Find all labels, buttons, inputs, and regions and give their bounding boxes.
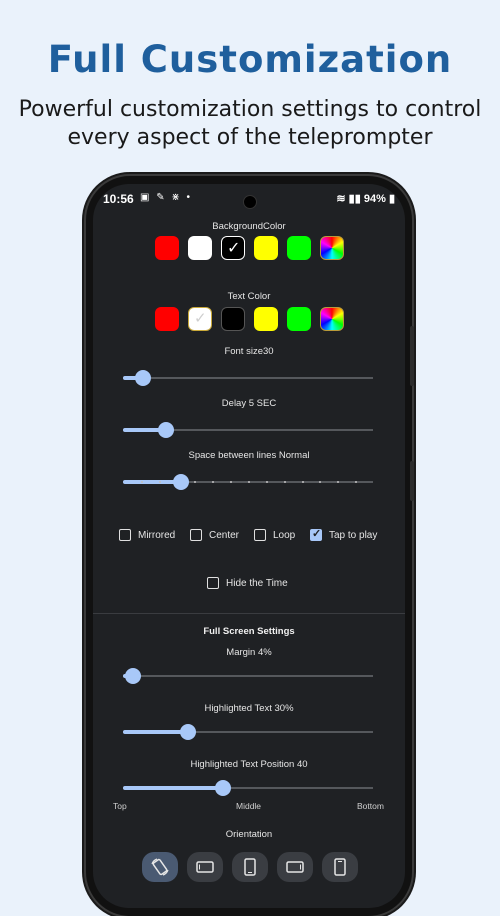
text-swatch-black[interactable] [221, 307, 245, 331]
highlighted-text-label: Highlighted Text 30% [204, 703, 294, 714]
bg-swatch-green[interactable] [287, 236, 311, 260]
text-swatch-white[interactable]: ✓ [188, 307, 212, 331]
background-color-label: BackgroundColor [212, 221, 286, 232]
bg-swatch-red[interactable] [155, 236, 179, 260]
loop-label: Loop [273, 529, 296, 541]
slider-tick [319, 481, 321, 483]
slider-thumb[interactable] [125, 668, 141, 684]
status-bar: 10:56 ▣ ✎ ⋇ • ≋ ▮▮ 94% ▮ [93, 184, 405, 214]
tap-to-play-label: Tap to play [329, 529, 378, 541]
status-right: ≋ ▮▮ 94% ▮ [336, 192, 395, 205]
mirrored-label: Mirrored [138, 529, 176, 541]
position-middle-label: Middle [236, 801, 262, 811]
center-label: Center [209, 529, 240, 541]
signal-icon: ▮▮ [348, 193, 361, 205]
slider-thumb[interactable] [135, 370, 151, 386]
text-color-label: Text Color [227, 291, 271, 302]
subline: Powerful customization settings to contr… [18, 97, 482, 150]
hide-time-checkbox[interactable]: Hide the Time [207, 575, 288, 591]
app-screen: 10:56 ▣ ✎ ⋇ • ≋ ▮▮ 94% ▮ BackgroundColor… [93, 184, 405, 908]
line-spacing-label: Space between lines Normal [188, 450, 310, 461]
mirrored-checkbox[interactable]: Mirrored [119, 527, 175, 543]
check-icon: ✓ [227, 240, 241, 257]
volume-button [410, 326, 414, 386]
checkbox-box[interactable]: ✓ [310, 528, 322, 541]
auto-rotate-icon [151, 858, 169, 876]
slider-tick [212, 481, 214, 483]
headline: Full Customization [47, 38, 453, 81]
status-time: 10:56 [103, 192, 134, 206]
slider-fill [123, 786, 223, 790]
battery-icon: ▮ [388, 193, 395, 205]
position-top-label: Top [113, 801, 127, 811]
line-spacing-slider[interactable] [123, 472, 373, 492]
slider-track [123, 377, 373, 379]
bg-swatch-white[interactable] [188, 236, 212, 260]
delay-slider[interactable] [123, 420, 373, 440]
slider-track [123, 675, 373, 677]
text-swatch-red[interactable] [155, 307, 179, 331]
slider-thumb[interactable] [173, 474, 189, 490]
margin-slider[interactable] [123, 666, 373, 686]
power-button [410, 461, 414, 501]
checkbox-box[interactable] [190, 529, 202, 541]
slider-fill [123, 730, 188, 734]
notification-icons: ▣ ✎ ⋇ • [140, 192, 193, 203]
text-color-wheel-icon[interactable] [320, 307, 344, 331]
portrait-icon [244, 858, 256, 876]
slider-tick [284, 481, 286, 483]
text-swatch-green[interactable] [287, 307, 311, 331]
slider-tick [141, 481, 143, 483]
slider-thumb[interactable] [215, 780, 231, 796]
front-camera [243, 195, 257, 209]
checkbox-box[interactable] [207, 577, 219, 589]
highlighted-position-label: Highlighted Text Position 40 [190, 759, 308, 770]
hide-time-label: Hide the Time [226, 577, 288, 589]
bg-color-wheel-icon[interactable] [320, 236, 344, 260]
wifi-icon: ≋ [336, 193, 346, 205]
reverse-landscape-button[interactable] [277, 852, 313, 882]
battery-level: 94% [363, 193, 386, 205]
bg-swatch-yellow[interactable] [254, 236, 278, 260]
checkbox-box[interactable] [119, 529, 131, 541]
font-size-slider[interactable] [123, 368, 373, 388]
auto-rotate-button[interactable] [142, 852, 178, 882]
section-divider [93, 613, 405, 614]
landscape-icon [196, 861, 214, 873]
portrait-button[interactable] [232, 852, 268, 882]
slider-tick [337, 481, 339, 483]
slider-tick [159, 481, 161, 483]
bg-swatch-black[interactable]: ✓ [221, 236, 245, 260]
orientation-label: Orientation [225, 829, 273, 840]
slider-tick [194, 481, 196, 483]
slider-tick [248, 481, 250, 483]
center-checkbox[interactable]: Center [190, 527, 239, 543]
checkbox-box[interactable] [254, 529, 266, 541]
landscape-button[interactable] [187, 852, 223, 882]
margin-label: Margin 4% [226, 647, 272, 658]
check-icon: ✓ [194, 310, 207, 327]
delay-label: Delay 5 SEC [221, 398, 277, 409]
slider-tick [302, 481, 304, 483]
slider-thumb[interactable] [158, 422, 174, 438]
font-size-label: Font size30 [224, 346, 274, 357]
highlighted-position-slider[interactable] [123, 778, 373, 798]
full-screen-settings-title: Full Screen Settings [203, 626, 295, 637]
phone-frame: 10:56 ▣ ✎ ⋇ • ≋ ▮▮ 94% ▮ BackgroundColor… [86, 176, 414, 916]
check-icon: ✓ [312, 528, 322, 540]
text-swatch-yellow[interactable] [254, 307, 278, 331]
tap-to-play-checkbox[interactable]: ✓ Tap to play [310, 527, 377, 543]
slider-tick [355, 481, 357, 483]
reverse-landscape-icon [286, 861, 304, 873]
slider-thumb[interactable] [180, 724, 196, 740]
position-bottom-label: Bottom [357, 801, 384, 811]
loop-checkbox[interactable]: Loop [254, 527, 295, 543]
highlighted-text-slider[interactable] [123, 722, 373, 742]
slider-tick [230, 481, 232, 483]
slider-tick [266, 481, 268, 483]
reverse-portrait-button[interactable] [322, 852, 358, 882]
reverse-portrait-icon [334, 858, 346, 876]
